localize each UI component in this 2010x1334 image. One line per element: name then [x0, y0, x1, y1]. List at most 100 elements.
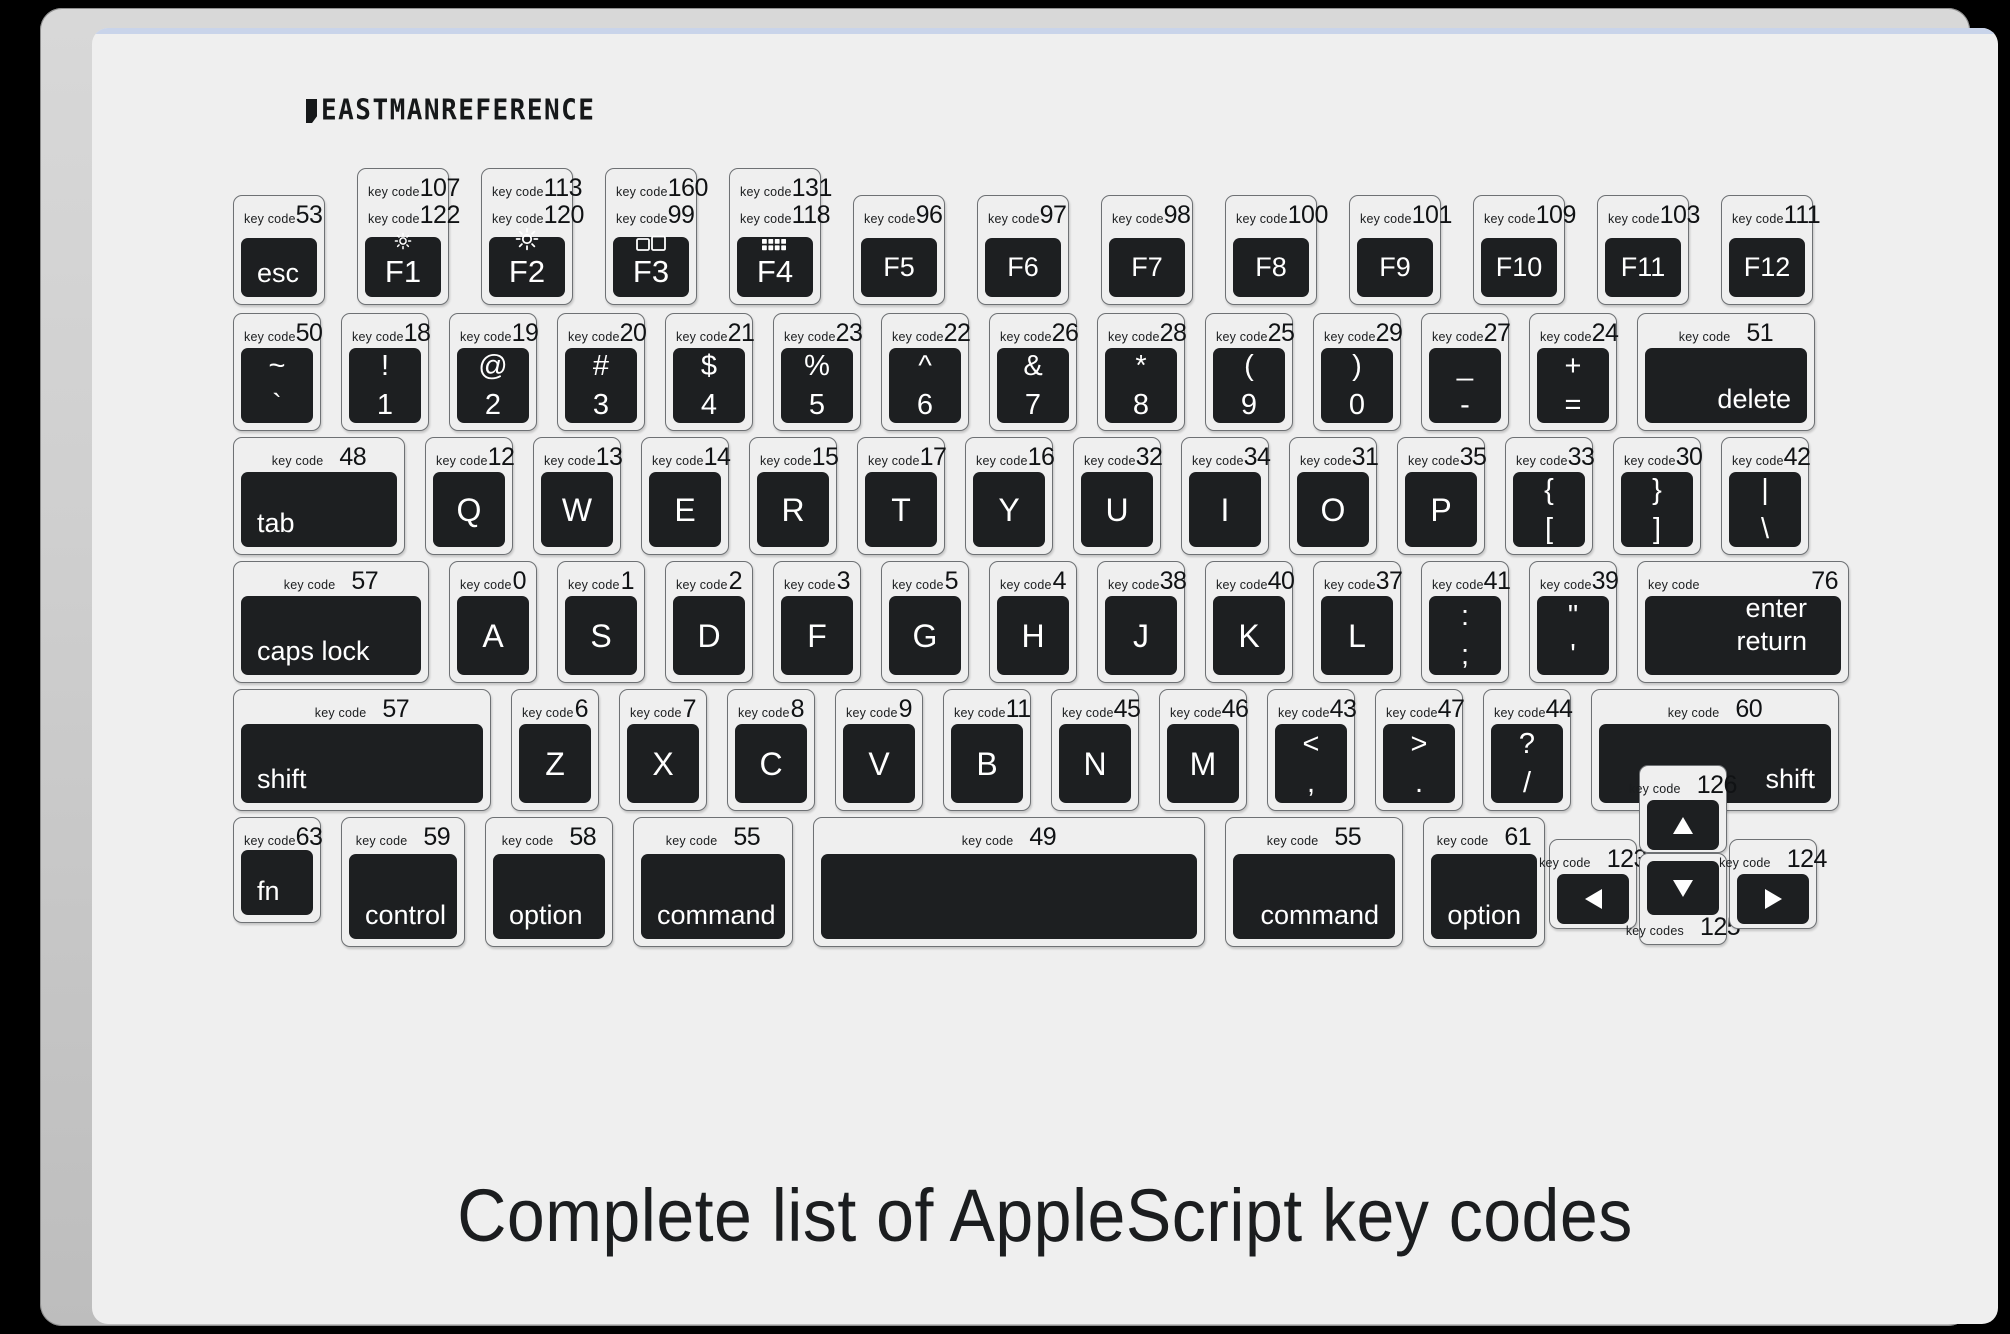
key-q[interactable]: key code 12 Q	[425, 437, 515, 555]
key-cap-f11[interactable]: F11	[1605, 238, 1681, 297]
key-cap-eight[interactable]: * 8	[1105, 348, 1177, 423]
key-command-left[interactable]: key code 55 command	[633, 817, 793, 947]
key-cap-t[interactable]: T	[865, 472, 937, 547]
key-cap-bracket-right[interactable]: } ]	[1621, 472, 1693, 547]
key-cap-r[interactable]: R	[757, 472, 829, 547]
key-shift-left[interactable]: key code 57 shift	[233, 689, 491, 811]
key-cap-delete[interactable]: delete	[1645, 348, 1807, 423]
key-b[interactable]: key code 11 B	[943, 689, 1031, 811]
key-cap-semicolon[interactable]: : ;	[1429, 596, 1501, 675]
key-cap-tab[interactable]: tab	[241, 472, 397, 547]
key-four[interactable]: key code 21 $ 4	[665, 313, 755, 431]
key-quote[interactable]: key code 39 " '	[1529, 561, 1619, 683]
key-a[interactable]: key code 0 A	[449, 561, 537, 683]
key-cap-arrow-down[interactable]	[1647, 861, 1719, 915]
key-f3[interactable]: key code 160 key code 99 F3	[605, 168, 708, 305]
key-cap-p[interactable]: P	[1405, 472, 1477, 547]
key-caps-lock[interactable]: key code 57 caps lock	[233, 561, 429, 683]
key-arrow-up[interactable]: key code 126	[1629, 765, 1737, 853]
key-tilde[interactable]: key code 50 ~ `	[233, 313, 323, 431]
key-six[interactable]: key code 22 ^ 6	[881, 313, 971, 431]
key-cap-f6[interactable]: F6	[985, 238, 1061, 297]
key-equal[interactable]: key code 24 + =	[1529, 313, 1619, 431]
key-cap-n[interactable]: N	[1059, 724, 1131, 803]
key-cap-u[interactable]: U	[1081, 472, 1153, 547]
key-v[interactable]: key code 9 V	[835, 689, 923, 811]
key-cap-f10[interactable]: F10	[1481, 238, 1557, 297]
key-c[interactable]: key code 8 C	[727, 689, 815, 811]
key-j[interactable]: key code 38 J	[1097, 561, 1187, 683]
key-cap-w[interactable]: W	[541, 472, 613, 547]
key-cap-five[interactable]: % 5	[781, 348, 853, 423]
key-cap-arrow-right[interactable]	[1737, 874, 1809, 924]
key-e[interactable]: key code 14 E	[641, 437, 731, 555]
key-cap-k[interactable]: K	[1213, 596, 1285, 675]
key-nine[interactable]: key code 25 ( 9	[1205, 313, 1295, 431]
key-w[interactable]: key code 13 W	[533, 437, 623, 555]
key-cap-fn[interactable]: fn	[241, 850, 313, 915]
key-f5[interactable]: key code 96 F5	[853, 195, 945, 305]
key-cap-three[interactable]: # 3	[565, 348, 637, 423]
key-g[interactable]: key code 5 G	[881, 561, 969, 683]
key-f10[interactable]: key code 109 F10	[1473, 195, 1576, 305]
key-cap-c[interactable]: C	[735, 724, 807, 803]
key-i[interactable]: key code 34 I	[1181, 437, 1271, 555]
key-fn[interactable]: key code 63 fn	[233, 817, 323, 923]
key-command-right[interactable]: key code 55 command	[1225, 817, 1403, 947]
key-cap-f5[interactable]: F5	[861, 238, 937, 297]
key-cap-f7[interactable]: F7	[1109, 238, 1185, 297]
key-cap-caps-lock[interactable]: caps lock	[241, 596, 421, 675]
key-cap-x[interactable]: X	[627, 724, 699, 803]
key-cap-option-left[interactable]: option	[493, 854, 605, 939]
key-cap-q[interactable]: Q	[433, 472, 505, 547]
key-three[interactable]: key code 20 # 3	[557, 313, 647, 431]
key-f9[interactable]: key code 101 F9	[1349, 195, 1452, 305]
key-cap-space[interactable]	[821, 854, 1197, 939]
key-cap-arrow-left[interactable]	[1557, 874, 1629, 924]
key-control[interactable]: key code 59 control	[341, 817, 465, 947]
key-minus[interactable]: key code 27 _ -	[1421, 313, 1511, 431]
key-cap-o[interactable]: O	[1297, 472, 1369, 547]
key-cap-d[interactable]: D	[673, 596, 745, 675]
key-f[interactable]: key code 3 F	[773, 561, 861, 683]
key-cap-f9[interactable]: F9	[1357, 238, 1433, 297]
key-return[interactable]: key code 76 key code 36 enterreturn	[1637, 561, 1849, 683]
key-n[interactable]: key code 45 N	[1051, 689, 1141, 811]
key-cap-f3[interactable]: F3	[613, 235, 689, 297]
key-cap-y[interactable]: Y	[973, 472, 1045, 547]
key-cap-bracket-left[interactable]: { [	[1513, 472, 1585, 547]
key-cap-f[interactable]: F	[781, 596, 853, 675]
key-cap-f1[interactable]: F1	[365, 232, 441, 297]
key-x[interactable]: key code 7 X	[619, 689, 707, 811]
key-cap-quote[interactable]: " '	[1537, 596, 1609, 675]
key-cap-six[interactable]: ^ 6	[889, 348, 961, 423]
key-cap-period[interactable]: > .	[1383, 724, 1455, 803]
key-p[interactable]: key code 35 P	[1397, 437, 1487, 555]
key-cap-minus[interactable]: _ -	[1429, 348, 1501, 423]
key-cap-esc[interactable]: esc	[241, 238, 317, 297]
key-cap-equal[interactable]: + =	[1537, 348, 1609, 423]
key-z[interactable]: key code 6 Z	[511, 689, 599, 811]
key-cap-g[interactable]: G	[889, 596, 961, 675]
key-cap-backslash[interactable]: | \	[1729, 472, 1801, 547]
key-cap-shift-left[interactable]: shift	[241, 724, 483, 803]
key-cap-z[interactable]: Z	[519, 724, 591, 803]
key-cap-i[interactable]: I	[1189, 472, 1261, 547]
key-cap-f2[interactable]: F2	[489, 227, 565, 297]
key-cap-f4[interactable]: F4	[737, 237, 813, 297]
key-bracket-left[interactable]: key code 33 { [	[1505, 437, 1595, 555]
key-cap-nine[interactable]: ( 9	[1213, 348, 1285, 423]
key-f11[interactable]: key code 103 F11	[1597, 195, 1700, 305]
key-cap-tilde[interactable]: ~ `	[241, 348, 313, 423]
key-u[interactable]: key code 32 U	[1073, 437, 1163, 555]
key-seven[interactable]: key code 26 & 7	[989, 313, 1079, 431]
key-cap-b[interactable]: B	[951, 724, 1023, 803]
key-h[interactable]: key code 4 H	[989, 561, 1077, 683]
key-cap-l[interactable]: L	[1321, 596, 1393, 675]
key-cap-e[interactable]: E	[649, 472, 721, 547]
key-option-right[interactable]: key code 61 option	[1423, 817, 1545, 947]
key-r[interactable]: key code 15 R	[749, 437, 839, 555]
key-d[interactable]: key code 2 D	[665, 561, 753, 683]
key-s[interactable]: key code 1 S	[557, 561, 645, 683]
key-arrow-down[interactable]: key codes 125	[1626, 853, 1741, 945]
